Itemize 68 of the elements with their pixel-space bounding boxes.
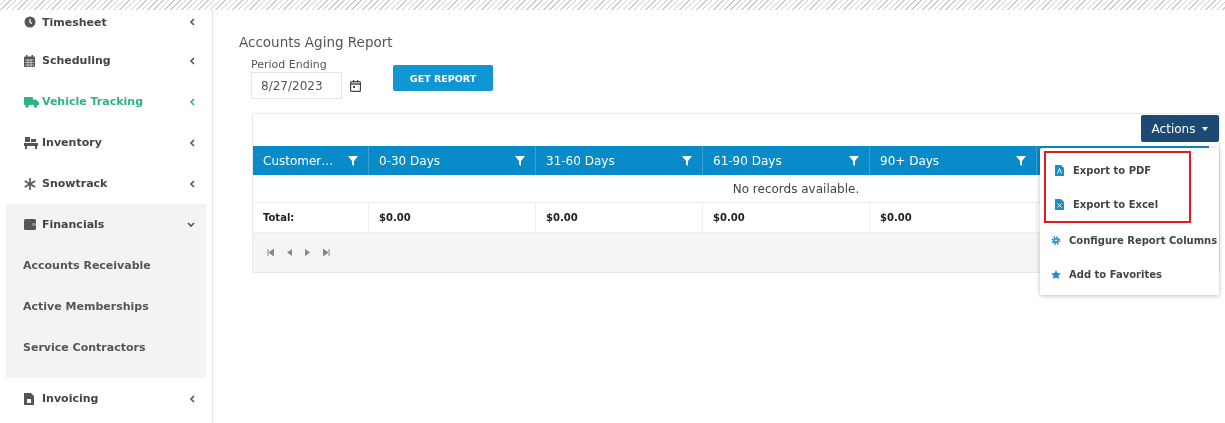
chevron-icon <box>189 56 195 65</box>
column-header[interactable]: 61-90 Days <box>713 153 782 168</box>
menu-item-label: Export to PDF <box>1073 164 1152 176</box>
filter-icon[interactable] <box>515 155 525 166</box>
menu-item[interactable]: Configure Report Columns <box>1040 223 1219 257</box>
sidebar-item-label: Timesheet <box>42 15 108 29</box>
excel-file-icon <box>1055 198 1065 210</box>
total-cell: $0.00 <box>536 203 703 232</box>
sidebar-item[interactable]: Inventory <box>0 122 212 163</box>
sidebar-item[interactable]: Scheduling <box>0 40 212 81</box>
chevron-icon <box>189 394 195 403</box>
star-icon <box>1051 268 1061 280</box>
last-page-icon[interactable] <box>323 249 330 256</box>
submenu-item[interactable]: Active Memberships <box>6 286 206 327</box>
menu-item-label: Configure Report Columns <box>1069 234 1218 246</box>
report-title: Accounts Aging Report <box>239 34 393 50</box>
total-cell: $0.00 <box>369 203 536 232</box>
chevron-icon <box>189 97 195 106</box>
previous-page-icon[interactable] <box>287 249 292 256</box>
column-header[interactable]: Customer… <box>263 153 334 168</box>
clock-icon <box>24 16 36 28</box>
boxes-icon <box>24 136 38 149</box>
sidebar-item-label: Snowtrack <box>42 177 109 190</box>
chevron-icon <box>187 221 195 228</box>
truck-icon <box>24 95 39 108</box>
calendar-icon <box>24 54 35 67</box>
menu-item[interactable]: Export to PDF <box>1046 153 1189 187</box>
date-field[interactable]: 8/27/2023 <box>251 72 342 99</box>
sidebar-item-label: Inventory <box>42 136 103 149</box>
calendar-icon[interactable] <box>350 79 361 92</box>
column-header[interactable]: 31-60 Days <box>546 153 615 168</box>
caret-icon <box>1202 126 1209 131</box>
column-header[interactable]: 0-30 Days <box>379 153 440 168</box>
filter-icon[interactable] <box>1016 155 1026 166</box>
chevron-icon <box>189 179 195 188</box>
actions-button[interactable]: Actions <box>1141 115 1219 142</box>
sidebar-item[interactable]: Snowtrack <box>0 163 212 204</box>
field-label: Period Ending <box>251 58 328 71</box>
submenu-item[interactable]: Accounts Receivable <box>6 245 206 286</box>
menu-item-label: Export to Excel <box>1073 198 1159 210</box>
next-page-icon[interactable] <box>305 249 310 256</box>
document-icon <box>24 392 34 405</box>
filter-icon[interactable] <box>849 155 859 166</box>
first-page-icon[interactable] <box>267 249 274 256</box>
sidebar-item-label: Invoicing <box>42 392 100 405</box>
sidebar-item[interactable]: Financials <box>6 204 206 245</box>
total-cell: $0.00 <box>703 203 870 232</box>
chevron-icon <box>189 18 195 26</box>
sidebar-item-label: Scheduling <box>42 54 112 67</box>
pdf-file-icon <box>1055 164 1065 176</box>
empty-message: No records available. <box>732 181 860 196</box>
sidebar-item[interactable]: Invoicing <box>0 378 212 419</box>
total-cell: $0.00 <box>870 203 1037 232</box>
sidebar-item-label: Financials <box>42 218 106 231</box>
column-header[interactable]: 90+ Days <box>880 153 940 168</box>
snowflake-icon <box>24 177 36 190</box>
menu-item[interactable]: Add to Favorites <box>1040 257 1219 291</box>
filter-icon[interactable] <box>348 155 358 166</box>
total-cell: Total: <box>253 203 369 232</box>
sidebar-item[interactable]: Timesheet <box>0 10 212 34</box>
menu-item-label: Add to Favorites <box>1069 268 1162 280</box>
wallet-icon <box>24 219 36 230</box>
submenu-item[interactable]: Service Contractors <box>6 327 206 368</box>
filter-icon[interactable] <box>682 155 692 166</box>
menu-item[interactable]: Export to Excel <box>1046 187 1189 221</box>
chevron-icon <box>189 138 195 147</box>
sidebar-item-label: Vehicle Tracking <box>42 95 144 108</box>
gear-icon <box>1051 234 1061 246</box>
